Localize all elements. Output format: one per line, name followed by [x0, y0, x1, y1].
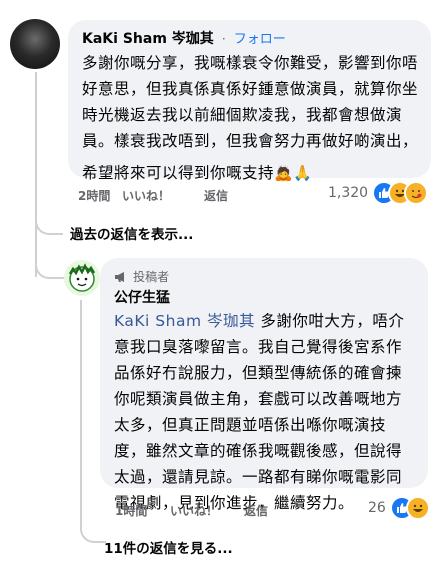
like-button[interactable]: いいね！ [170, 502, 218, 519]
haha-reaction-icon [406, 496, 430, 520]
reply-line: 意我口臭落嚟留言。我自己覺得後宮系作 [114, 338, 403, 356]
reply-author[interactable]: 公仔生猛 [114, 287, 170, 307]
thread-curve-1 [35, 195, 63, 235]
author-badge: 投稿者 [114, 266, 169, 287]
reaction-count[interactable]: 26 [368, 500, 386, 516]
author-badge-label: 投稿者 [133, 270, 170, 284]
megaphone-icon [114, 268, 128, 287]
avatar[interactable] [10, 19, 60, 69]
thread-curve-2 [35, 235, 65, 279]
comment-line: 好意思，但我真係真係好鍾意做演員，就算你坐 [82, 80, 419, 98]
separator-dot: · [221, 32, 226, 46]
comment-line-last: 希望將來可以得到你嘅支持🙇🙏 [82, 160, 418, 186]
reply-line: 你呢類演員做主角，套戲可以改善嘅地方 [114, 390, 403, 408]
reply-line: 度，雖然文章的確係我嘅觀後感，但說得 [114, 442, 403, 460]
comment-line: 多謝你嘅分享，我嘅樣衰令你難受，影響到你唔 [82, 54, 419, 72]
thread-line-reply [80, 300, 82, 510]
reply-line: 太過，還請見諒。一路都有睇你嘅電影同 [114, 468, 403, 486]
follow-button[interactable]: フォロー [234, 32, 286, 47]
reply-line: 品係好冇說服力，但類型傳統係的確會揀 [114, 364, 403, 382]
comment-line: 時光機返去我以前細個欺凌我，我都會想做演 [82, 106, 403, 124]
thread-curve-3 [80, 505, 106, 543]
reply-button[interactable]: 返信 [244, 502, 268, 519]
reaction-icons[interactable] [372, 181, 438, 205]
comment-text: 多謝你嘅分享，我嘅樣衰令你難受，影響到你唔 好意思，但我真係真係好鍾意做演員，就… [82, 50, 418, 186]
view-past-replies-link[interactable]: 過去の返信を表示... [70, 223, 193, 243]
avatar[interactable] [64, 260, 100, 296]
reply-button[interactable]: 返信 [204, 187, 228, 204]
mention-link[interactable]: KaKi Sham 岑珈其 [114, 312, 255, 330]
reply-time[interactable]: 1時間 [115, 502, 147, 519]
reaction-icons[interactable] [390, 496, 436, 520]
comment-line: 員。樣衰我改唔到，但我會努力再做好啲演出， [82, 132, 419, 150]
comment-bubble: KaKi Sham 岑珈其 · フォロー 多謝你嘅分享，我嘅樣衰令你難受，影響到… [68, 20, 431, 182]
reply-bubble: 投稿者 公仔生猛 KaKi Sham 岑珈其 多謝你咁大方，唔介 意我口臭落嚟留… [100, 258, 428, 512]
view-more-replies-link[interactable]: 11件の返信を見る... [104, 537, 233, 557]
reply-line: 太多，但真正問題並唔係出喺你嘅演技 [114, 416, 387, 434]
like-button[interactable]: いいね！ [122, 187, 170, 204]
comment-author[interactable]: KaKi Sham 岑珈其 [82, 31, 214, 47]
comment-line: 希望將來可以得到你嘅支持 [82, 164, 275, 182]
reply-text: KaKi Sham 岑珈其 多謝你咁大方，唔介 意我口臭落嚟留言。我自己覺得後宮… [114, 308, 404, 516]
bow-pray-emoji-icon: 🙇🙏 [274, 164, 313, 182]
care-reaction-icon [404, 181, 428, 205]
comment-time[interactable]: 2時間 [78, 187, 110, 204]
reaction-count[interactable]: 1,320 [328, 185, 368, 201]
reply-line: 多謝你咁大方，唔介 [254, 312, 405, 330]
comment-header: KaKi Sham 岑珈其 · フォロー [82, 28, 286, 48]
